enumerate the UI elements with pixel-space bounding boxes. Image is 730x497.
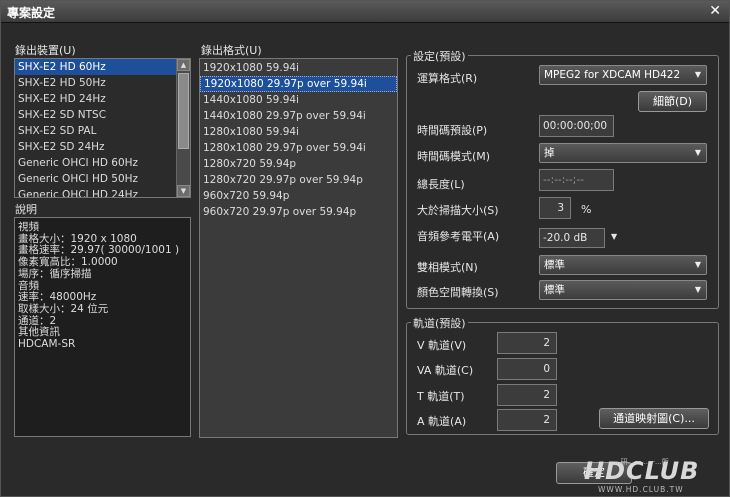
format-list-item[interactable]: 1280x1080 59.94i [200,124,397,140]
device-list-item[interactable]: Generic OHCI HD 24Hz [15,187,177,197]
description-box: 視頻 畫格大小：1920 x 1080 畫格速率：29.97( 30000/1001… [14,217,191,437]
device-list-scrollbar[interactable]: ▲ ▼ [176,59,190,197]
device-list[interactable]: SHX-E2 HD 60Hz SHX-E2 HD 50Hz SHX-E2 HD 24… [14,58,191,198]
settings-group: 設定(預設) 運算格式(R) MPEG2 for XDCAM HD422 ▼ 細… [406,48,719,309]
chevron-down-icon: ▼ [694,70,701,79]
overscan-unit: % [581,203,592,216]
scroll-down-icon[interactable]: ▼ [177,185,190,197]
render-format-select[interactable]: MPEG2 for XDCAM HD422 ▼ [539,65,707,85]
device-list-item[interactable]: SHX-E2 HD 60Hz [15,59,177,75]
description-line: HDCAM-SR [18,338,76,351]
watermark-logo: HDCLUB ...研...一...一...所 WWW.HD.CLUB.TW [584,457,724,495]
format-list-item[interactable]: 1920x1080 29.97p over 59.94i [200,76,397,92]
format-list-item[interactable]: 1440x1080 29.97p over 59.94i [200,108,397,124]
render-format-label: 運算格式(R) [417,72,478,85]
timecode-preset-label: 時間碼預設(P) [417,124,488,137]
scroll-up-icon[interactable]: ▲ [177,59,190,71]
chevron-down-icon: ▼ [694,148,701,157]
format-list-label: 錄出格式(U) [201,44,262,57]
format-list-item[interactable]: 1280x1080 29.97p over 59.94i [200,140,397,156]
device-list-item[interactable]: SHX-E2 HD 24Hz [15,91,177,107]
watermark-tagline: ...研...一...一...所 [614,458,669,466]
color-space-label: 顏色空間轉換(S) [417,286,499,299]
details-button[interactable]: 細節(D) [638,91,707,112]
audio-ref-label: 音頻參考電平(A) [417,230,500,243]
device-list-label: 錄出裝置(U) [15,44,76,57]
tracks-group-title: 軌道(預設) [411,315,468,331]
v-track-field[interactable]: 2 [497,332,557,354]
channel-mapping-button[interactable]: 通道映射圖(C)... [599,408,709,429]
format-list-item[interactable]: 1920x1080 59.94i [200,60,397,76]
device-list-item[interactable]: SHX-E2 SD 24Hz [15,139,177,155]
chevron-down-icon: ▼ [694,285,701,294]
color-space-select[interactable]: 標準 ▼ [539,280,707,300]
format-list-item[interactable]: 1280x720 59.94p [200,156,397,172]
color-space-value: 標準 [544,284,565,296]
format-list[interactable]: 1920x1080 59.94i 1920x1080 29.97p over 59… [199,58,398,438]
render-format-value: MPEG2 for XDCAM HD422 [544,69,681,81]
t-track-label: T 軌道(T) [417,390,465,403]
description-line: 取樣大小：24 位元 [18,302,109,315]
stereo-mode-select[interactable]: 標準 ▼ [539,255,707,275]
scroll-thumb[interactable] [178,73,189,149]
description-line: 視頻 [18,221,39,233]
device-list-item[interactable]: Generic OHCI HD 50Hz [15,171,177,187]
audio-ref-field[interactable]: -20.0 dB [539,228,605,248]
description-label: 說明 [15,203,37,216]
device-list-item[interactable]: SHX-E2 HD 50Hz [15,75,177,91]
description-line: 場序：循序掃描 [18,267,92,280]
audio-ref-dropdown-icon[interactable]: ▼ [611,232,617,241]
format-list-item[interactable]: 1280x720 29.97p over 59.94p [200,172,397,188]
device-list-item[interactable]: SHX-E2 SD NTSC [15,107,177,123]
timecode-mode-select[interactable]: 掉 ▼ [539,143,707,163]
format-list-item[interactable]: 1440x1080 59.94i [200,92,397,108]
project-settings-dialog: 專案設定 ✕ 錄出裝置(U) SHX-E2 HD 60Hz SHX-E2 HD 5… [0,0,730,497]
format-list-item[interactable]: 960x720 29.97p over 59.94p [200,204,397,220]
a-track-label: A 軌道(A) [417,415,467,428]
v-track-label: V 軌道(V) [417,339,467,352]
tracks-group: 軌道(預設) V 軌道(V) 2 VA 軌道(C) 0 T 軌道(T) 2 A … [406,315,719,435]
va-track-label: VA 軌道(C) [417,364,474,377]
settings-group-title: 設定(預設) [411,48,468,64]
a-track-field[interactable]: 2 [497,409,557,431]
timecode-mode-label: 時間碼模式(M) [417,150,491,163]
watermark-url: WWW.HD.CLUB.TW [598,485,684,494]
stereo-mode-value: 標準 [544,259,565,271]
title-bar[interactable]: 專案設定 ✕ [1,1,729,23]
window-title: 專案設定 [7,6,56,20]
t-track-field[interactable]: 2 [497,384,557,406]
device-list-item[interactable]: SHX-E2 SD PAL [15,123,177,139]
timecode-preset-field[interactable]: 00:00:00;00 [539,115,614,137]
overscan-label: 大於掃描大小(S) [417,204,499,217]
stereo-mode-label: 雙相模式(N) [417,261,478,274]
format-list-item[interactable]: 960x720 59.94p [200,188,397,204]
total-length-label: 總長度(L) [417,178,465,191]
timecode-mode-value: 掉 [544,147,555,159]
overscan-field[interactable]: 3 [539,197,571,219]
close-icon[interactable]: ✕ [709,3,721,19]
total-length-field: --:--:--;-- [539,169,614,191]
device-list-item[interactable]: Generic OHCI HD 60Hz [15,155,177,171]
chevron-down-icon: ▼ [694,260,701,269]
va-track-field[interactable]: 0 [497,358,557,380]
